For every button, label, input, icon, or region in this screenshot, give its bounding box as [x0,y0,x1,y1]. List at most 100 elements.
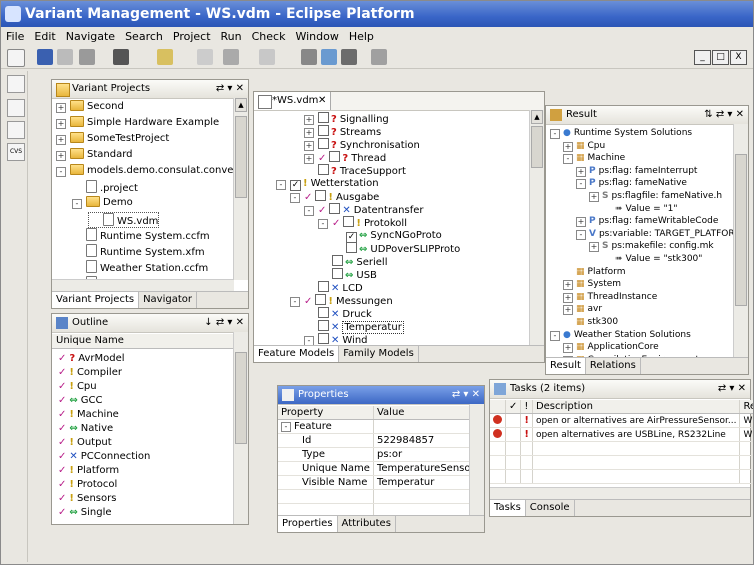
link-icon[interactable] [301,49,317,65]
column-description[interactable]: Description [532,400,741,414]
settings-icon[interactable] [371,49,387,65]
feature-node[interactable]: ? TraceSupport [304,164,406,178]
collapse-icon[interactable]: - [304,206,314,216]
expand-icon[interactable]: + [304,154,314,164]
collapse-icon[interactable]: - [576,229,586,240]
outline-item[interactable]: ✓! Sensors [58,492,116,506]
tab-family-models[interactable]: Family Models [339,346,419,362]
outline-item[interactable]: ✓ ✕ PCConnection [58,450,150,464]
save-icon[interactable] [37,49,53,65]
back-icon[interactable] [223,49,239,65]
column-value[interactable]: Value [373,406,479,420]
collapse-icon[interactable]: - [281,422,291,432]
task-row[interactable]: ! open or alternatives are AirPressureSen… [490,413,753,428]
minimize-button[interactable]: _ [694,50,711,65]
feature-checkbox[interactable] [318,281,329,292]
feature-checkbox[interactable] [318,112,329,123]
outline-item[interactable]: ✓ ⇔ GCC [58,394,103,408]
property-row[interactable]: Unique Name TemperatureSensor [278,461,479,476]
menu-search[interactable]: Search [120,28,168,45]
properties-menu-icon[interactable]: ⇄ ▾ ✕ [452,386,480,404]
column-done[interactable] [490,400,506,414]
tasks-menu-icon[interactable]: ⇄ ▾ ✕ [718,380,746,398]
column-property[interactable]: Property [278,406,374,420]
property-value[interactable]: Temperatur [373,475,479,490]
property-row[interactable]: Id 522984857 [278,433,479,448]
collapse-icon[interactable]: - [290,297,300,307]
resource-perspective-icon[interactable] [7,99,25,117]
feature-checkbox[interactable] [329,203,341,214]
feature-node[interactable]: - ✓! Protokoll [318,216,407,230]
tree-item[interactable]: WS.vdm [88,212,160,228]
property-value[interactable] [373,419,479,434]
feature-node[interactable]: - ✓! Ausgabe [290,190,379,204]
outline-item[interactable]: ✓! Machine [58,408,119,422]
new-icon[interactable] [7,49,25,67]
property-row[interactable]: Visible Name Temperatur [278,475,479,490]
feature-node[interactable]: + ✓? Thread [304,151,386,165]
tab-attributes[interactable]: Attributes [338,516,396,532]
feature-node[interactable]: +? Synchronisation [304,138,420,152]
feature-checkbox[interactable] [346,242,357,253]
editor-scroll-up[interactable]: ▲ [531,110,543,124]
expand-icon[interactable]: + [576,166,586,177]
save-all-icon[interactable] [57,49,73,65]
expand-icon[interactable]: + [304,115,314,125]
vertical-scrollbar[interactable]: ▲ [233,98,248,280]
scroll-up-icon[interactable]: ▲ [235,98,247,112]
feature-checkbox[interactable] [318,164,329,175]
feature-checkbox[interactable] [318,125,329,136]
collapse-icon[interactable]: - [318,219,328,229]
expand-icon[interactable]: + [304,141,314,151]
property-value[interactable]: TemperatureSensor [373,461,479,476]
feature-checkbox[interactable] [318,307,329,318]
menu-window[interactable]: Window [290,28,343,45]
feature-checkbox[interactable] [332,268,343,279]
expand-icon[interactable]: + [56,135,66,145]
collapse-icon[interactable]: - [290,193,300,203]
collapse-icon[interactable]: - [72,199,82,209]
cvs-perspective-icon[interactable]: CVS [7,143,25,161]
editor-scroll-thumb[interactable] [531,126,543,168]
expand-icon[interactable]: + [563,292,573,303]
menu-check[interactable]: Check [247,28,291,45]
outline-item[interactable]: ✓ ⇔ Single [58,506,112,520]
feature-node[interactable]: ⇔ Seriell [318,255,388,269]
feature-node[interactable]: ✕ Druck [304,307,372,321]
feature-node[interactable]: - ✓ ✕ Datentransfer [304,203,424,217]
feature-node[interactable]: ✓ ⇔ SyncNGoProto [332,229,442,243]
outline-menu-icon[interactable]: ↓ ⇄ ▾ ✕ [204,314,244,332]
feature-checkbox[interactable] [318,320,329,331]
expand-icon[interactable]: + [56,119,66,129]
tree-item[interactable]: Weather Station.ccfm [72,260,208,274]
tree-item[interactable]: .project [72,180,138,194]
close-editor-icon[interactable]: ✕ [318,92,326,110]
feature-node[interactable]: ⇔ UDPoverSLIPProto [332,242,460,256]
feature-checkbox[interactable] [315,294,327,305]
view-menu-icon[interactable]: ⇄ ▾ ✕ [216,80,244,98]
result-menu-icon[interactable]: ⇅ ⇄ ▾ ✕ [704,106,744,124]
tab-tasks[interactable]: Tasks [490,500,526,516]
expand-icon[interactable]: + [563,343,573,354]
feature-checkbox[interactable] [329,151,341,162]
outline-scroll-thumb[interactable] [235,352,247,444]
property-value[interactable]: 522984857 [373,433,479,448]
tab-console[interactable]: Console [526,500,575,516]
tab-feature-models[interactable]: Feature Models [254,346,340,362]
result-scrollbar[interactable] [733,124,748,358]
tab-result[interactable]: Result [546,358,586,374]
tab-properties[interactable]: Properties [278,516,338,532]
tree-item[interactable]: - models.demo.consulat.convert [56,164,241,178]
feature-node[interactable]: ⇔ USB [318,268,377,282]
menu-help[interactable]: Help [344,28,379,45]
tree-item[interactable]: + Second [56,100,124,114]
expand-icon[interactable]: + [563,280,573,291]
feature-checkbox[interactable] [332,255,343,266]
expand-icon[interactable]: + [576,217,586,228]
tree-item[interactable]: Runtime System.ccfm [72,228,210,242]
task-done[interactable] [505,413,522,428]
collapse-icon[interactable]: - [576,179,586,190]
scroll-thumb[interactable] [235,116,247,198]
property-value[interactable]: ps:or [373,447,479,462]
property-row[interactable]: Type ps:or [278,447,479,462]
